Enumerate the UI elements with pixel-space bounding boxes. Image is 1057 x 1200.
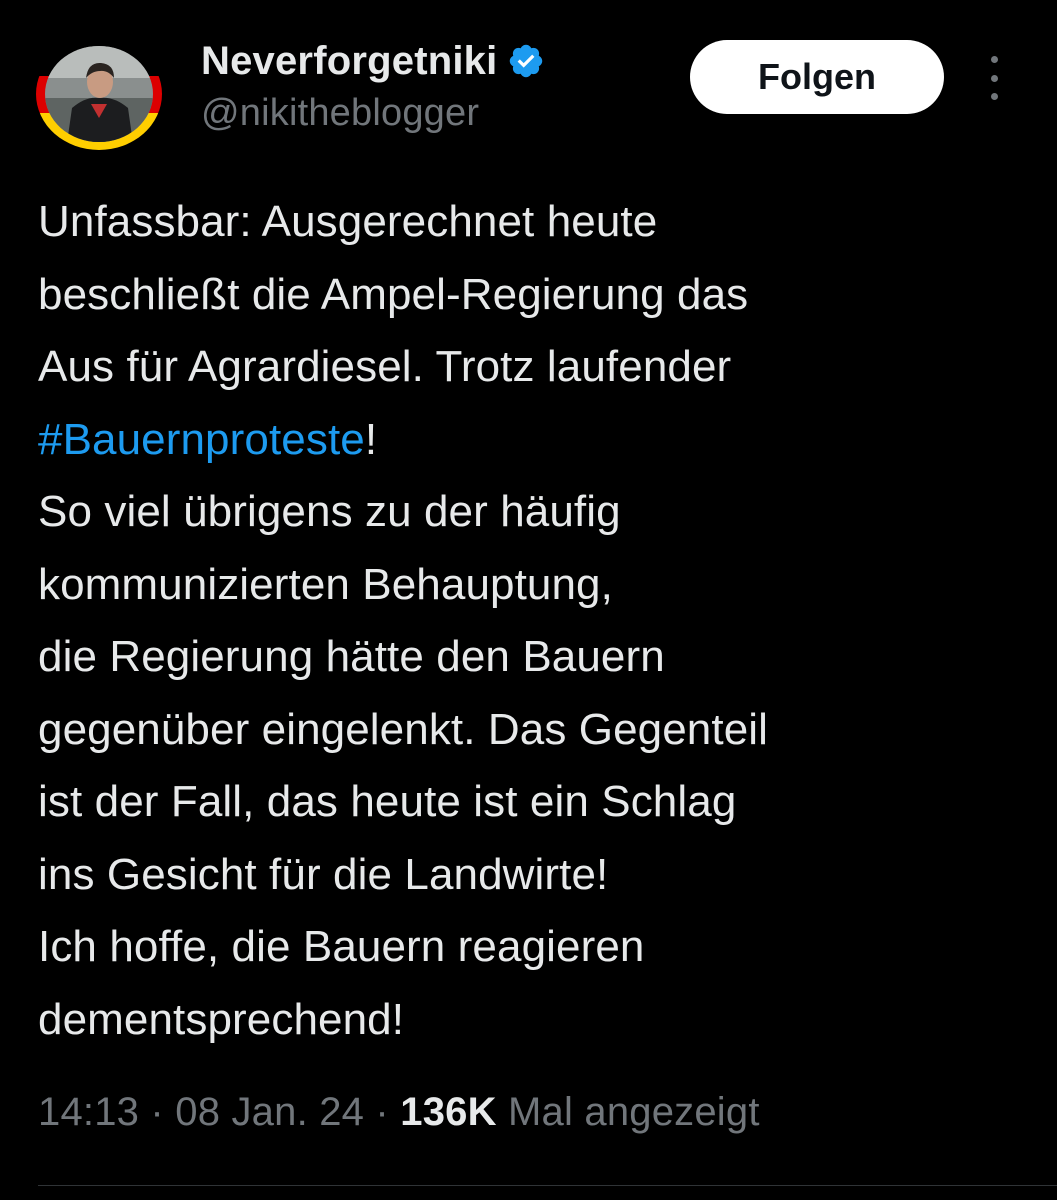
tweet-line: Ich hoffe, die Bauern reagieren <box>38 922 645 971</box>
display-name-row: Neverforgetniki <box>201 36 545 86</box>
tweet-line: Unfassbar: Ausgerechnet heute <box>38 197 658 246</box>
tweet-line: ins Gesicht für die Landwirte! <box>38 849 609 899</box>
tweet-line: gegenüber eingelenkt. Das Gegenteil <box>38 704 769 754</box>
hashtag-suffix: ! <box>364 414 378 464</box>
meta-separator: · <box>139 1090 176 1134</box>
avatar-image <box>36 38 162 150</box>
tweet-line: die Regierung hätte den Bauern <box>38 632 665 681</box>
tweet-line: beschließt die Ampel-Regierung das <box>38 269 749 319</box>
divider <box>38 1185 1057 1186</box>
tweet-line: Aus für Agrardiesel. Trotz laufender <box>38 342 732 391</box>
display-name[interactable]: Neverforgetniki <box>201 39 497 84</box>
more-dot <box>990 56 998 63</box>
views-count: 136K <box>400 1090 497 1134</box>
tweet-line-hashtag: #Bauernproteste! <box>38 404 1038 477</box>
tweet-meta: 14:13 · 08 Jan. 24 · 136K Mal angezeigt <box>38 1090 760 1135</box>
user-info: Neverforgetniki @nikitheblogger <box>201 36 545 135</box>
tweet-line: kommunizierten Behauptung, <box>38 559 613 609</box>
avatar[interactable] <box>36 38 162 150</box>
tweet-header: Neverforgetniki @nikitheblogger Folgen <box>0 0 1057 170</box>
meta-separator: · <box>364 1090 401 1134</box>
more-vertical-icon[interactable] <box>978 56 1010 100</box>
tweet-line: dementsprechend! <box>38 994 405 1044</box>
tweet-line: So viel übrigens zu der häufig <box>38 487 621 536</box>
views-label: Mal angezeigt <box>496 1090 760 1134</box>
more-dot <box>990 74 998 82</box>
tweet-line: ist der Fall, das heute ist ein Schlag <box>38 777 737 826</box>
verified-badge-icon[interactable] <box>507 42 545 80</box>
follow-button[interactable]: Folgen <box>690 40 944 114</box>
hashtag-link[interactable]: #Bauernproteste <box>38 415 365 464</box>
user-handle[interactable]: @nikitheblogger <box>201 92 545 135</box>
tweet-date[interactable]: 08 Jan. 24 <box>175 1090 364 1134</box>
tweet-time[interactable]: 14:13 <box>38 1090 139 1134</box>
tweet-text: Unfassbar: Ausgerechnet heute beschließt… <box>38 186 1038 1056</box>
more-dot <box>990 93 998 100</box>
